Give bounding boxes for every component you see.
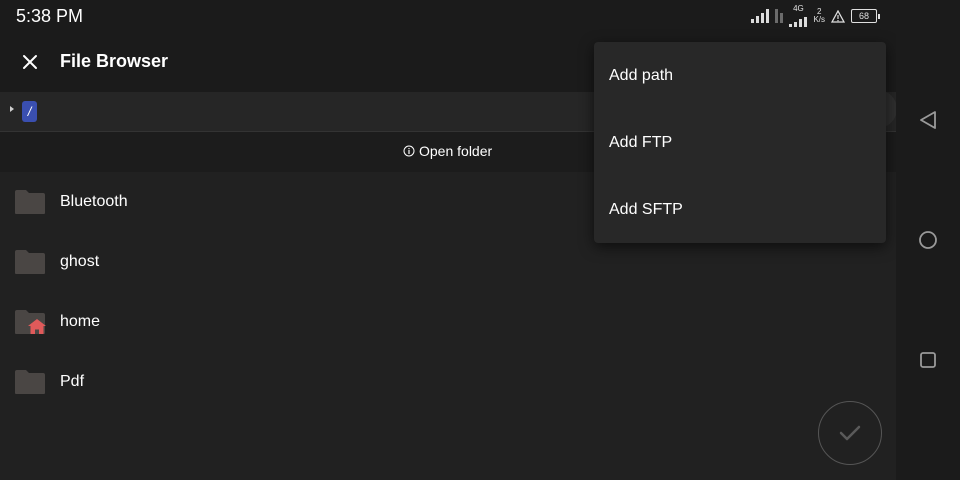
battery-level: 68 (851, 9, 877, 23)
list-item[interactable]: home (0, 292, 896, 352)
folder-icon (15, 190, 45, 214)
open-folder-label: Open folder (419, 143, 493, 159)
folder-home-icon (15, 310, 46, 334)
battery-icon: 68 (851, 9, 880, 23)
nav-back-button[interactable] (914, 106, 942, 134)
recents-square-icon (920, 352, 936, 368)
check-icon (839, 425, 861, 441)
nav-home-button[interactable] (914, 226, 942, 254)
network-speed: 2 K/s (813, 8, 825, 24)
page-title: File Browser (60, 51, 169, 71)
info-icon (403, 145, 415, 157)
folder-name: Bluetooth (60, 193, 128, 210)
nav-recents-button[interactable] (914, 346, 942, 374)
close-icon (23, 55, 37, 69)
menu-item-add-ftp[interactable]: Add FTP (594, 109, 886, 176)
home-circle-icon (919, 231, 937, 249)
back-triangle-icon (920, 111, 936, 129)
list-item[interactable]: Pdf (0, 352, 896, 412)
close-button[interactable] (14, 46, 46, 78)
status-icons: 4G 2 K/s 68 (751, 4, 880, 27)
path-expand-icon[interactable] (10, 106, 14, 112)
network-indicator: 4G (789, 4, 808, 27)
folder-name: Pdf (60, 373, 85, 390)
folder-name: ghost (60, 253, 100, 270)
app-screen: 5:38 PM 4G 2 K/s 68 File Browser / Open … (0, 0, 897, 480)
system-nav-bar (896, 0, 960, 480)
signal-2-icon (789, 13, 808, 27)
folder-icon (15, 250, 45, 274)
path-root-chip[interactable]: / (22, 101, 37, 122)
menu-item-add-path[interactable]: Add path (594, 42, 886, 109)
status-time: 5:38 PM (16, 6, 84, 26)
folder-icon (15, 370, 45, 394)
confirm-button[interactable] (818, 401, 882, 465)
folder-name: home (60, 313, 101, 330)
status-bar: 5:38 PM 4G 2 K/s 68 (0, 0, 896, 32)
network-label: 4G (793, 4, 804, 13)
menu-item-add-sftp[interactable]: Add SFTP (594, 176, 886, 243)
open-folder-button[interactable]: Open folder (403, 143, 492, 159)
signal-icon (751, 9, 770, 23)
add-menu: Add path Add FTP Add SFTP (594, 42, 886, 243)
speed-unit: K/s (813, 15, 825, 24)
alert-icon (831, 9, 845, 23)
data-arrows-icon (775, 9, 784, 23)
